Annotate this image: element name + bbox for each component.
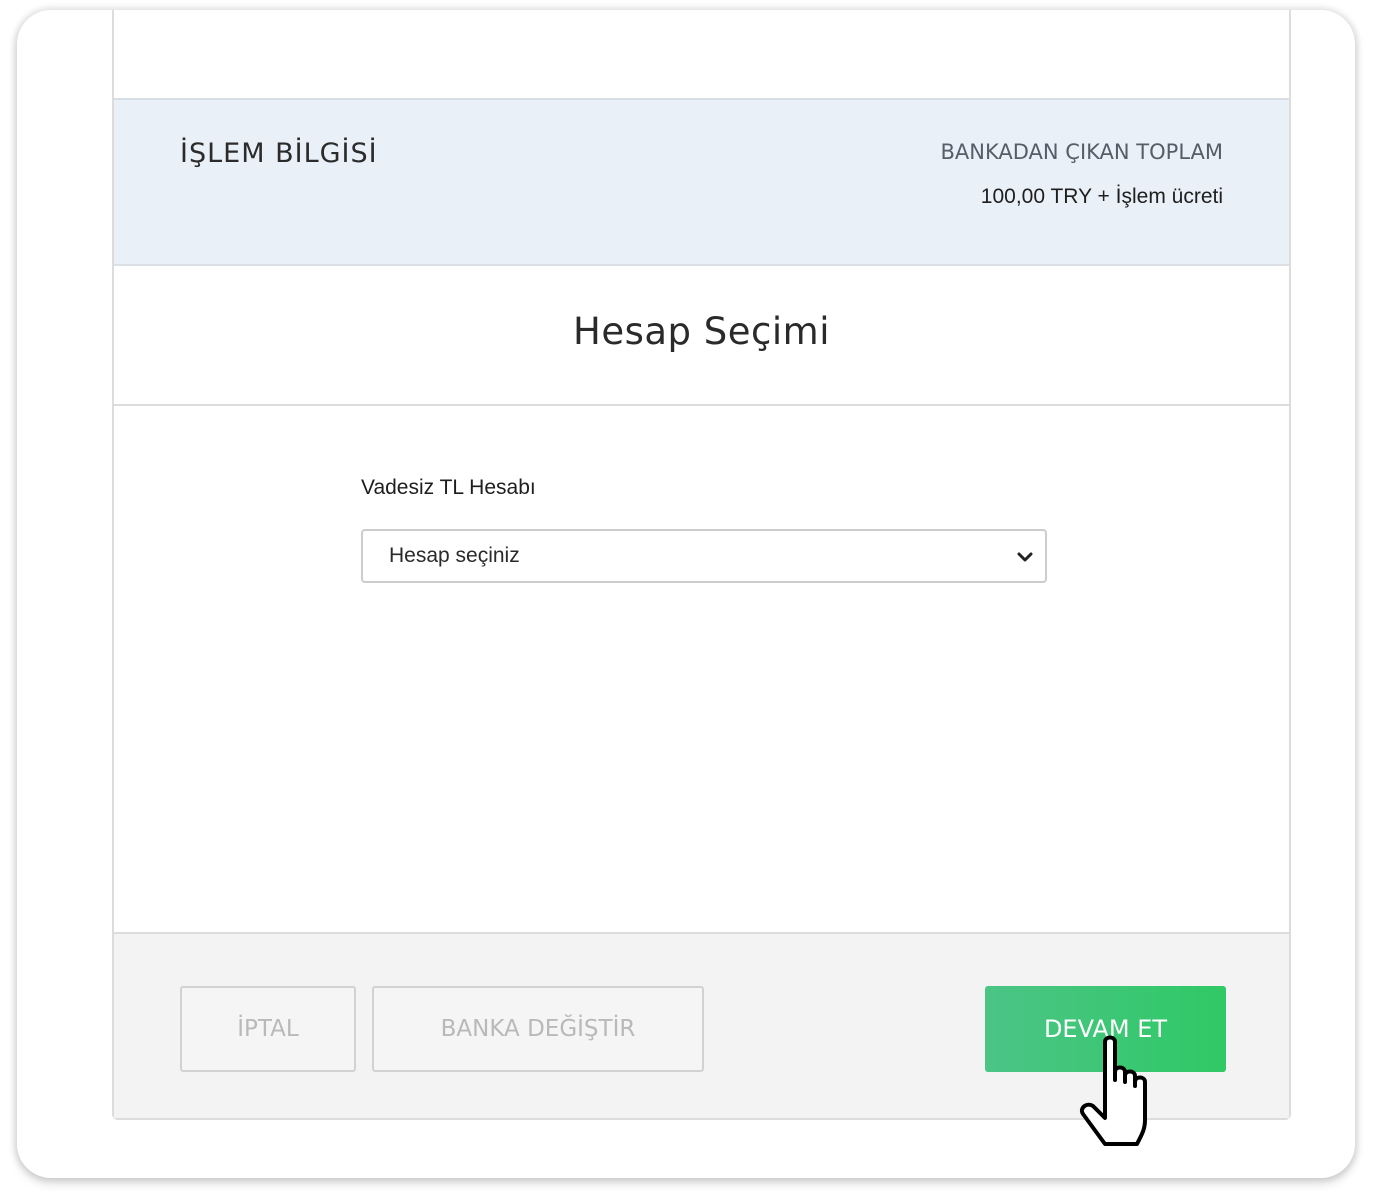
bank-total-value: 100,00 TRY + İşlem ücreti bbox=[980, 185, 1223, 208]
bank-total-label: BANKADAN ÇIKAN TOPLAM bbox=[940, 140, 1224, 164]
cancel-button[interactable]: İPTAL bbox=[180, 986, 356, 1072]
transaction-info-title: İŞLEM BİLGİSİ bbox=[180, 138, 378, 169]
account-select[interactable]: Hesap seçiniz bbox=[361, 529, 1047, 583]
account-field-label: Vadesiz TL Hesabı bbox=[361, 476, 536, 499]
top-strip bbox=[114, 10, 1289, 100]
transaction-info-band: İŞLEM BİLGİSİ BANKADAN ÇIKAN TOPLAM 100,… bbox=[114, 100, 1289, 266]
section-header: Hesap Seçimi bbox=[114, 266, 1289, 406]
screenshot-card: İŞLEM BİLGİSİ BANKADAN ÇIKAN TOPLAM 100,… bbox=[17, 10, 1355, 1178]
chevron-down-icon bbox=[1017, 552, 1033, 562]
account-select-value: Hesap seçiniz bbox=[389, 544, 520, 567]
hand-pointer-cursor-icon bbox=[1080, 1035, 1147, 1146]
payment-panel: İŞLEM BİLGİSİ BANKADAN ÇIKAN TOPLAM 100,… bbox=[112, 10, 1291, 1120]
change-bank-button[interactable]: BANKA DEĞİŞTİR bbox=[372, 986, 704, 1072]
page-title: Hesap Seçimi bbox=[573, 309, 830, 353]
